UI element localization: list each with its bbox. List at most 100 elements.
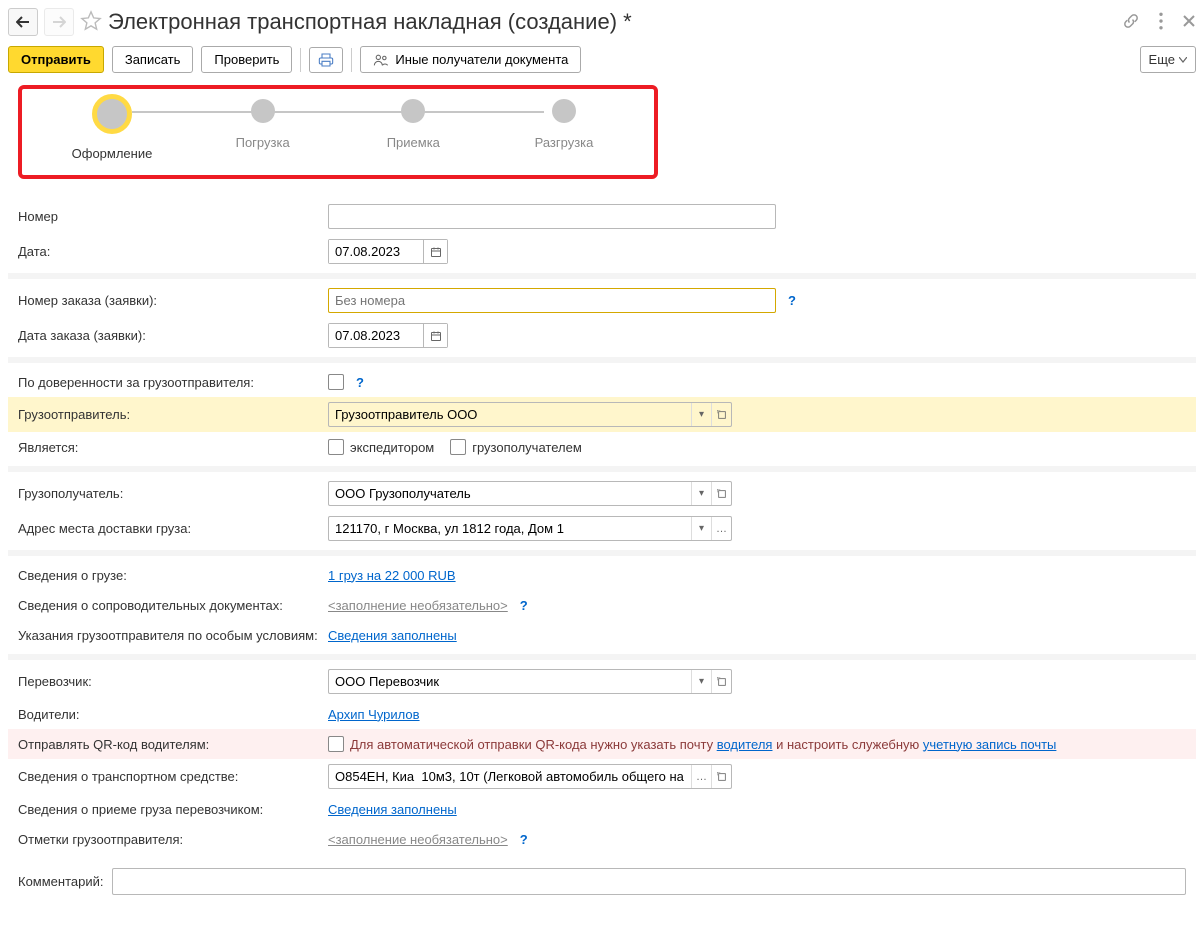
open-button[interactable] xyxy=(711,670,731,693)
link-icon[interactable] xyxy=(1122,12,1140,33)
divider xyxy=(8,357,1196,363)
comment-label: Комментарий: xyxy=(18,874,104,889)
order-number-label: Номер заказа (заявки): xyxy=(8,293,328,308)
step-pogruzka[interactable]: Погрузка xyxy=(193,99,333,150)
shipper-input[interactable] xyxy=(329,403,691,426)
drivers-label: Водители: xyxy=(8,707,328,722)
printer-icon xyxy=(318,52,334,68)
expeditor-checkbox[interactable] xyxy=(328,439,344,455)
step-circle-icon xyxy=(92,94,132,134)
dropdown-button[interactable]: ▾ xyxy=(691,403,711,426)
open-external-icon xyxy=(717,489,727,499)
qr-text: Для автоматической отправки QR-кода нужн… xyxy=(350,737,1056,752)
shipper-label: Грузоотправитель: xyxy=(8,407,328,422)
qr-text-mid: и настроить служебную xyxy=(772,737,922,752)
open-button[interactable] xyxy=(711,403,731,426)
carrier-input[interactable] xyxy=(329,670,691,693)
date-label: Дата: xyxy=(8,244,328,259)
page-title: Электронная транспортная накладная (созд… xyxy=(108,9,1108,35)
order-date-label: Дата заказа (заявки): xyxy=(8,328,328,343)
number-label: Номер xyxy=(8,209,328,224)
send-button[interactable]: Отправить xyxy=(8,46,104,73)
order-date-field[interactable] xyxy=(328,323,448,348)
qr-driver-link[interactable]: водителя xyxy=(717,737,773,752)
favorite-star-icon[interactable] xyxy=(80,10,102,35)
shipper-notes-link[interactable]: Сведения заполнены xyxy=(328,628,457,643)
more-options-button[interactable]: … xyxy=(711,517,731,540)
open-external-icon xyxy=(717,410,727,420)
date-field[interactable] xyxy=(328,239,448,264)
vehicle-input[interactable] xyxy=(329,765,691,788)
help-button[interactable]: ? xyxy=(356,375,364,390)
is-label: Является: xyxy=(8,440,328,455)
consignee-label: Грузополучатель: xyxy=(8,486,328,501)
other-recipients-button[interactable]: Иные получатели документа xyxy=(360,46,581,73)
acceptance-link[interactable]: Сведения заполнены xyxy=(328,802,457,817)
calendar-button[interactable] xyxy=(423,240,447,263)
cargo-info-link[interactable]: 1 груз на 22 000 RUB xyxy=(328,568,456,583)
nav-back-button[interactable] xyxy=(8,8,38,36)
step-circle-icon xyxy=(401,99,425,123)
chevron-down-icon xyxy=(1179,57,1187,63)
calendar-icon xyxy=(430,330,442,342)
divider xyxy=(8,550,1196,556)
carrier-select[interactable]: ▾ xyxy=(328,669,732,694)
more-options-button[interactable]: … xyxy=(691,765,711,788)
expeditor-label: экспедитором xyxy=(350,440,434,455)
order-number-input[interactable] xyxy=(328,288,776,313)
check-button[interactable]: Проверить xyxy=(201,46,292,73)
separator xyxy=(351,48,352,72)
shipper-marks-link[interactable]: <заполнение необязательно> xyxy=(328,832,508,847)
people-icon xyxy=(373,53,389,67)
vehicle-label: Сведения о транспортном средстве: xyxy=(8,769,328,784)
open-external-icon xyxy=(717,677,727,687)
help-button[interactable]: ? xyxy=(520,832,528,847)
help-button[interactable]: ? xyxy=(788,293,796,308)
comment-input[interactable] xyxy=(112,868,1187,895)
qr-account-link[interactable]: учетную запись почты xyxy=(923,737,1057,752)
more-button[interactable]: Еще xyxy=(1140,46,1196,73)
step-priemka[interactable]: Приемка xyxy=(343,99,483,150)
step-label: Погрузка xyxy=(236,135,290,150)
calendar-button[interactable] xyxy=(423,324,447,347)
step-circle-icon xyxy=(251,99,275,123)
cargo-info-label: Сведения о грузе: xyxy=(8,568,328,583)
dropdown-button[interactable]: ▾ xyxy=(691,670,711,693)
proxy-checkbox[interactable] xyxy=(328,374,344,390)
dropdown-button[interactable]: ▾ xyxy=(691,482,711,505)
docs-optional-link[interactable]: <заполнение необязательно> xyxy=(328,598,508,613)
shipper-select[interactable]: ▾ xyxy=(328,402,732,427)
date-input[interactable] xyxy=(329,240,423,263)
delivery-addr-select[interactable]: ▾ … xyxy=(328,516,732,541)
consignee-input[interactable] xyxy=(329,482,691,505)
vehicle-select[interactable]: … xyxy=(328,764,732,789)
step-razgruzka[interactable]: Разгрузка xyxy=(494,99,634,150)
stepper-line xyxy=(132,111,544,113)
arrow-left-icon xyxy=(16,16,30,28)
kebab-menu-icon[interactable] xyxy=(1154,12,1168,33)
consignee-select[interactable]: ▾ xyxy=(328,481,732,506)
consignee-role-checkbox[interactable] xyxy=(450,439,466,455)
drivers-link[interactable]: Архип Чурилов xyxy=(328,707,420,722)
more-label: Еще xyxy=(1149,52,1175,67)
delivery-addr-input[interactable] xyxy=(329,517,691,540)
close-icon[interactable] xyxy=(1182,14,1196,31)
step-label: Приемка xyxy=(387,135,440,150)
open-button[interactable] xyxy=(711,765,731,788)
step-oformlenie[interactable]: Оформление xyxy=(42,99,182,161)
separator xyxy=(300,48,301,72)
dropdown-button[interactable]: ▾ xyxy=(691,517,711,540)
divider xyxy=(8,654,1196,660)
qr-checkbox[interactable] xyxy=(328,736,344,752)
help-button[interactable]: ? xyxy=(520,598,528,613)
open-button[interactable] xyxy=(711,482,731,505)
calendar-icon xyxy=(430,246,442,258)
print-button[interactable] xyxy=(309,47,343,73)
qr-text-prefix: Для автоматической отправки QR-кода нужн… xyxy=(350,737,717,752)
write-button[interactable]: Записать xyxy=(112,46,194,73)
divider xyxy=(8,466,1196,472)
number-input[interactable] xyxy=(328,204,776,229)
consignee-role-label: грузополучателем xyxy=(472,440,582,455)
qr-label: Отправлять QR-код водителям: xyxy=(8,737,328,752)
order-date-input[interactable] xyxy=(329,324,423,347)
